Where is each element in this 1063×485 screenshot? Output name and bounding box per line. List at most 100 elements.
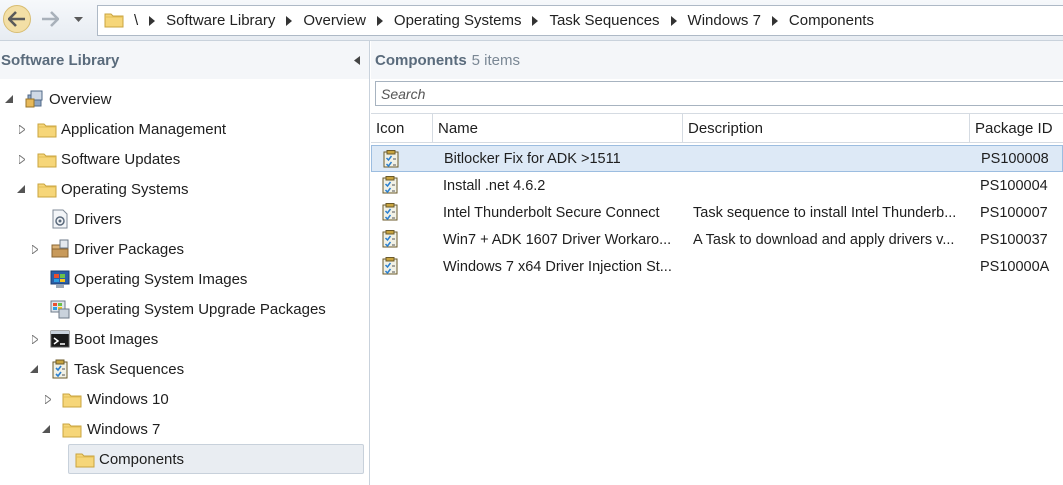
table-row[interactable]: Intel Thunderbolt Secure Connect Task se…	[371, 199, 1063, 226]
column-header-name[interactable]: Name	[433, 114, 683, 143]
row-package-id: PS10000A	[980, 258, 1050, 275]
navigation-pane: Software Library Overview Application Ma…	[0, 41, 370, 485]
folder-icon	[37, 119, 57, 139]
chevron-left-icon	[354, 55, 360, 65]
tree-node-overview[interactable]: Overview	[0, 85, 368, 113]
content-header: Components 5 items	[371, 41, 1063, 79]
back-button[interactable]	[3, 5, 31, 33]
history-dropdown[interactable]	[72, 14, 84, 26]
arrow-left-icon	[8, 11, 25, 27]
folder-icon	[62, 419, 82, 439]
table-row[interactable]: Windows 7 x64 Driver Injection St... PS1…	[371, 253, 1063, 280]
row-package-id: PS100037	[980, 231, 1048, 248]
breadcrumb-software-library[interactable]: Software Library	[166, 12, 275, 29]
breadcrumb-task-sequences[interactable]: Task Sequences	[549, 12, 659, 29]
pane-title: Software Library	[1, 51, 120, 69]
expanded-arrow-icon[interactable]	[4, 94, 14, 104]
folder-icon	[104, 11, 124, 31]
task-sequence-icon	[382, 203, 398, 224]
breadcrumb-separator-icon[interactable]	[138, 11, 166, 31]
task-sequence-icon	[383, 150, 399, 171]
table-row[interactable]: Install .net 4.6.2 PS100004	[371, 172, 1063, 199]
item-count: 5 items	[471, 51, 521, 69]
row-package-id: PS100008	[981, 150, 1049, 167]
task-sequence-icon	[382, 176, 398, 197]
row-name: Install .net 4.6.2	[443, 177, 546, 194]
tree-node-label: Software Updates	[61, 150, 181, 168]
breadcrumb-operating-systems[interactable]: Operating Systems	[394, 12, 522, 29]
table-row[interactable]: Win7 + ADK 1607 Driver Workaro... A Task…	[371, 226, 1063, 253]
tree-node-drivers[interactable]: Drivers	[0, 205, 368, 233]
collapse-pane-button[interactable]	[352, 54, 362, 66]
folder-icon	[37, 179, 57, 199]
column-header-description[interactable]: Description	[683, 114, 970, 143]
navigation-pane-header: Software Library	[0, 41, 369, 79]
folder-icon	[62, 389, 82, 409]
row-name: Bitlocker Fix for ADK >1511	[444, 150, 621, 167]
arrow-right-icon	[42, 11, 59, 27]
tree-node-boot-images[interactable]: Boot Images	[0, 325, 368, 353]
row-package-id: PS100004	[980, 177, 1048, 194]
row-name: Intel Thunderbolt Secure Connect	[443, 204, 660, 221]
table-row[interactable]: Bitlocker Fix for ADK >1511 PS100008	[371, 145, 1063, 172]
tree-node-windows-7[interactable]: Windows 7	[0, 415, 368, 443]
tree-node-label: Components	[99, 450, 185, 468]
navigation-bar: \ Software Library Overview Operating Sy…	[0, 0, 1063, 41]
breadcrumb-separator-icon[interactable]	[275, 11, 303, 31]
row-name: Windows 7 x64 Driver Injection St...	[443, 258, 672, 275]
content-title: Components	[375, 51, 467, 69]
os-images-icon	[50, 269, 70, 289]
breadcrumb-windows-7[interactable]: Windows 7	[688, 12, 761, 29]
breadcrumb-separator-icon[interactable]	[761, 11, 789, 31]
breadcrumb-separator-icon[interactable]	[521, 11, 549, 31]
chevron-down-icon	[73, 17, 83, 22]
task-sequence-icon	[50, 359, 70, 379]
expanded-arrow-icon[interactable]	[41, 424, 51, 434]
collapsed-arrow-icon[interactable]	[43, 394, 53, 404]
search-input[interactable]	[375, 81, 1063, 106]
tree-node-label: Application Management	[61, 120, 227, 138]
tree-node-components[interactable]: Components	[68, 444, 364, 474]
column-header-icon[interactable]: Icon	[371, 114, 433, 143]
os-upgrade-icon	[50, 299, 70, 319]
collapsed-arrow-icon[interactable]	[30, 244, 40, 254]
breadcrumb-overview[interactable]: Overview	[303, 12, 366, 29]
overview-icon	[25, 89, 45, 109]
content-pane: Components 5 items Icon Name Description…	[371, 41, 1063, 485]
tree-node-operating-system-upgrade-packages[interactable]: Operating System Upgrade Packages	[0, 295, 368, 323]
tree-node-label: Windows 7	[87, 420, 161, 438]
tree-node-operating-systems[interactable]: Operating Systems	[0, 175, 368, 203]
forward-button[interactable]	[36, 5, 64, 33]
tree-node-label: Task Sequences	[74, 360, 185, 378]
tree-node-label: Windows 10	[87, 390, 169, 408]
tree-node-driver-packages[interactable]: Driver Packages	[0, 235, 368, 263]
row-package-id: PS100007	[980, 204, 1048, 221]
expanded-arrow-icon[interactable]	[29, 364, 39, 374]
tree-node-label: Operating System Images	[74, 270, 248, 288]
column-header-package-id[interactable]: Package ID	[970, 114, 1063, 143]
tree-node-label: Overview	[49, 90, 112, 108]
column-headers: Icon Name Description Package ID	[371, 113, 1063, 143]
tree-node-label: Operating Systems	[61, 180, 189, 198]
drivers-icon	[50, 209, 70, 229]
collapsed-arrow-icon[interactable]	[17, 154, 27, 164]
collapsed-arrow-icon[interactable]	[30, 334, 40, 344]
tree-node-task-sequences[interactable]: Task Sequences	[0, 355, 368, 383]
row-description: Task sequence to install Intel Thunderb.…	[693, 204, 957, 221]
tree-node-software-updates[interactable]: Software Updates	[0, 145, 368, 173]
breadcrumb-separator-icon[interactable]	[660, 11, 688, 31]
breadcrumb-separator-icon[interactable]	[366, 11, 394, 31]
folder-icon	[37, 149, 57, 169]
task-sequence-icon	[382, 257, 398, 278]
tree-node-operating-system-images[interactable]: Operating System Images	[0, 265, 368, 293]
tree-node-application-management[interactable]: Application Management	[0, 115, 368, 143]
task-sequence-icon	[382, 230, 398, 251]
row-description: A Task to download and apply drivers v..…	[693, 231, 955, 248]
tree-node-windows-10[interactable]: Windows 10	[0, 385, 368, 413]
expanded-arrow-icon[interactable]	[16, 184, 26, 194]
folder-icon	[75, 449, 95, 469]
tree-node-label: Driver Packages	[74, 240, 185, 258]
breadcrumb-components[interactable]: Components	[789, 12, 874, 29]
collapsed-arrow-icon[interactable]	[17, 124, 27, 134]
address-bar[interactable]: \ Software Library Overview Operating Sy…	[97, 5, 1063, 36]
